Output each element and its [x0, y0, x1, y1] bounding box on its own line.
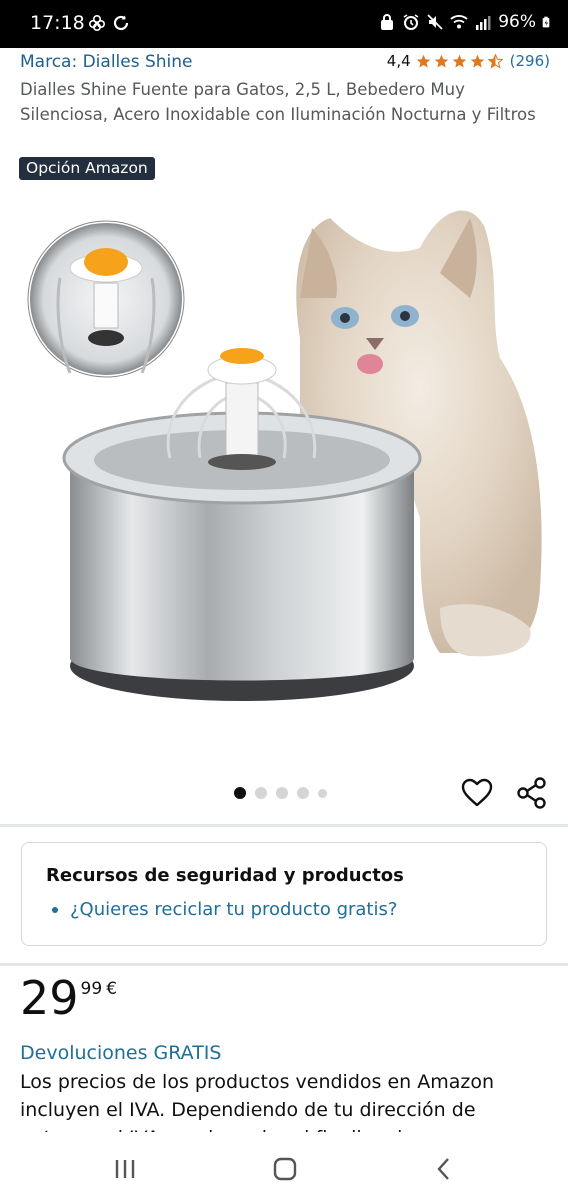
carousel-dot-5[interactable]: [318, 788, 327, 798]
system-nav-bar: [0, 1138, 568, 1200]
recent-apps-icon[interactable]: [108, 1152, 142, 1186]
mute-icon: [427, 14, 443, 30]
flower-icon: [88, 14, 106, 32]
back-icon[interactable]: [428, 1152, 462, 1186]
rating-value: 4,4: [386, 52, 411, 70]
battery-icon: [542, 16, 550, 28]
bullet: [52, 906, 58, 913]
review-count[interactable]: (296): [510, 52, 550, 70]
section-divider: [0, 824, 568, 827]
star-full-icon: [434, 54, 448, 67]
price-whole: 29: [20, 971, 79, 1025]
heart-icon[interactable]: [460, 776, 494, 810]
signal-icon: [476, 16, 491, 30]
brand-link[interactable]: Marca: Dialles Shine: [20, 52, 193, 72]
section-divider: [0, 963, 568, 966]
status-time: 17:18: [30, 12, 85, 34]
carousel-dot-2[interactable]: [255, 787, 267, 799]
rating[interactable]: 4,4 (296): [387, 52, 550, 70]
tax-info-text: Los precios de los productos vendidos en…: [20, 1071, 498, 1132]
product-title: Dialles Shine Fuente para Gatos, 2,5 L, …: [20, 80, 536, 124]
recycle-link-text[interactable]: ¿Quieres reciclar tu producto gratis?: [70, 899, 397, 920]
safety-title: Recursos de seguridad y productos: [46, 865, 404, 886]
carousel-dot-3[interactable]: [276, 787, 288, 799]
sync-icon: [113, 15, 129, 31]
wifi-icon: [450, 15, 468, 29]
price: 29 99 €: [20, 972, 117, 1024]
alarm-lock-icon: [381, 14, 394, 30]
carousel-dots[interactable]: [234, 787, 327, 799]
amazon-choice-badge: Opción Amazon: [19, 157, 155, 180]
star-full-icon: [416, 54, 430, 67]
star-full-icon: [470, 54, 484, 67]
star-half-icon: [487, 53, 503, 69]
alarm-icon: [403, 14, 419, 30]
cat-water-fountain-image[interactable]: [0, 188, 568, 768]
price-fraction: 99: [80, 979, 103, 999]
price-currency: €: [106, 979, 118, 999]
share-icon[interactable]: [515, 776, 549, 810]
carousel-dot-4[interactable]: [297, 787, 309, 799]
status-bar: 17:18 96%: [0, 0, 568, 48]
home-icon[interactable]: [268, 1152, 302, 1186]
free-returns-link[interactable]: Devoluciones GRATIS: [20, 1042, 221, 1064]
carousel-dot-1[interactable]: [234, 787, 246, 799]
star-full-icon: [452, 54, 466, 67]
recycle-link[interactable]: ¿Quieres reciclar tu producto gratis?: [52, 899, 397, 920]
battery-level: 96%: [498, 12, 536, 32]
brand-rating-row: Marca: Dialles Shine 4,4 (296): [20, 50, 550, 76]
safety-resources-box: Recursos de seguridad y productos ¿Quier…: [21, 842, 547, 946]
